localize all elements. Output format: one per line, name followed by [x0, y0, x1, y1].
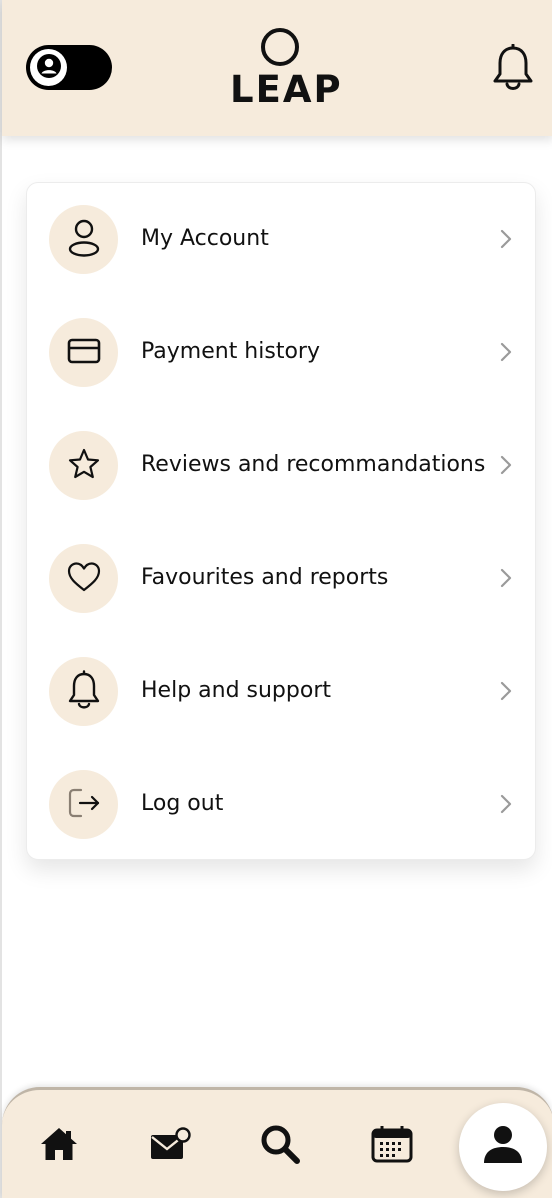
settings-menu: My Account Payment history Reviews and r… [26, 182, 536, 860]
menu-item-label: Reviews and recommandations [141, 452, 486, 477]
chevron-right-icon [499, 227, 513, 251]
mail-notification-icon [149, 1126, 191, 1165]
menu-icon-container [49, 770, 118, 839]
menu-icon-container [49, 318, 118, 387]
menu-item-help[interactable]: Help and support [27, 635, 537, 748]
menu-icon-container [49, 544, 118, 613]
chevron-right-icon [499, 453, 513, 477]
menu-item-favourites[interactable]: Favourites and reports [27, 522, 537, 635]
logout-icon [66, 786, 102, 824]
menu-icon-container [49, 657, 118, 726]
chevron-right-icon [499, 566, 513, 590]
logo-text: LEAP [230, 68, 343, 111]
notifications-button[interactable] [491, 43, 535, 92]
menu-item-label: Favourites and reports [141, 565, 389, 590]
nav-calendar-button[interactable] [352, 1090, 432, 1198]
bell-icon [491, 43, 535, 96]
home-icon [39, 1125, 79, 1167]
user-icon [67, 218, 101, 262]
menu-item-label: Help and support [141, 678, 331, 703]
heart-icon [66, 561, 102, 597]
menu-icon-container [49, 205, 118, 274]
menu-item-my-account[interactable]: My Account [27, 183, 537, 296]
nav-messages-button[interactable] [130, 1090, 210, 1198]
nav-home-button[interactable] [19, 1090, 99, 1198]
profile-icon [481, 1123, 525, 1171]
menu-item-reviews[interactable]: Reviews and recommandations [27, 409, 537, 522]
star-icon [67, 447, 101, 485]
search-icon [259, 1123, 301, 1169]
chevron-right-icon [499, 679, 513, 703]
chevron-right-icon [499, 340, 513, 364]
theme-toggle[interactable] [26, 45, 112, 90]
user-avatar-icon [36, 53, 62, 83]
logo-ring [261, 28, 299, 66]
nav-search-button[interactable] [240, 1090, 320, 1198]
nav-profile-button[interactable] [459, 1103, 547, 1191]
menu-item-payment-history[interactable]: Payment history [27, 296, 537, 409]
top-bar: LEAP [2, 0, 552, 136]
chevron-right-icon [499, 792, 513, 816]
calendar-icon [371, 1125, 413, 1167]
app-screen: LEAP My Account Payment history Reviews … [0, 0, 552, 1198]
menu-item-label: Payment history [141, 339, 320, 364]
toggle-knob[interactable] [30, 49, 67, 86]
app-logo: LEAP [230, 26, 343, 114]
bottom-navigation [2, 1087, 552, 1198]
menu-item-label: My Account [141, 226, 269, 251]
bell-icon [66, 669, 102, 714]
credit-card-icon [67, 338, 101, 368]
menu-icon-container [49, 431, 118, 500]
menu-item-label: Log out [141, 791, 224, 816]
menu-item-logout[interactable]: Log out [27, 748, 537, 861]
